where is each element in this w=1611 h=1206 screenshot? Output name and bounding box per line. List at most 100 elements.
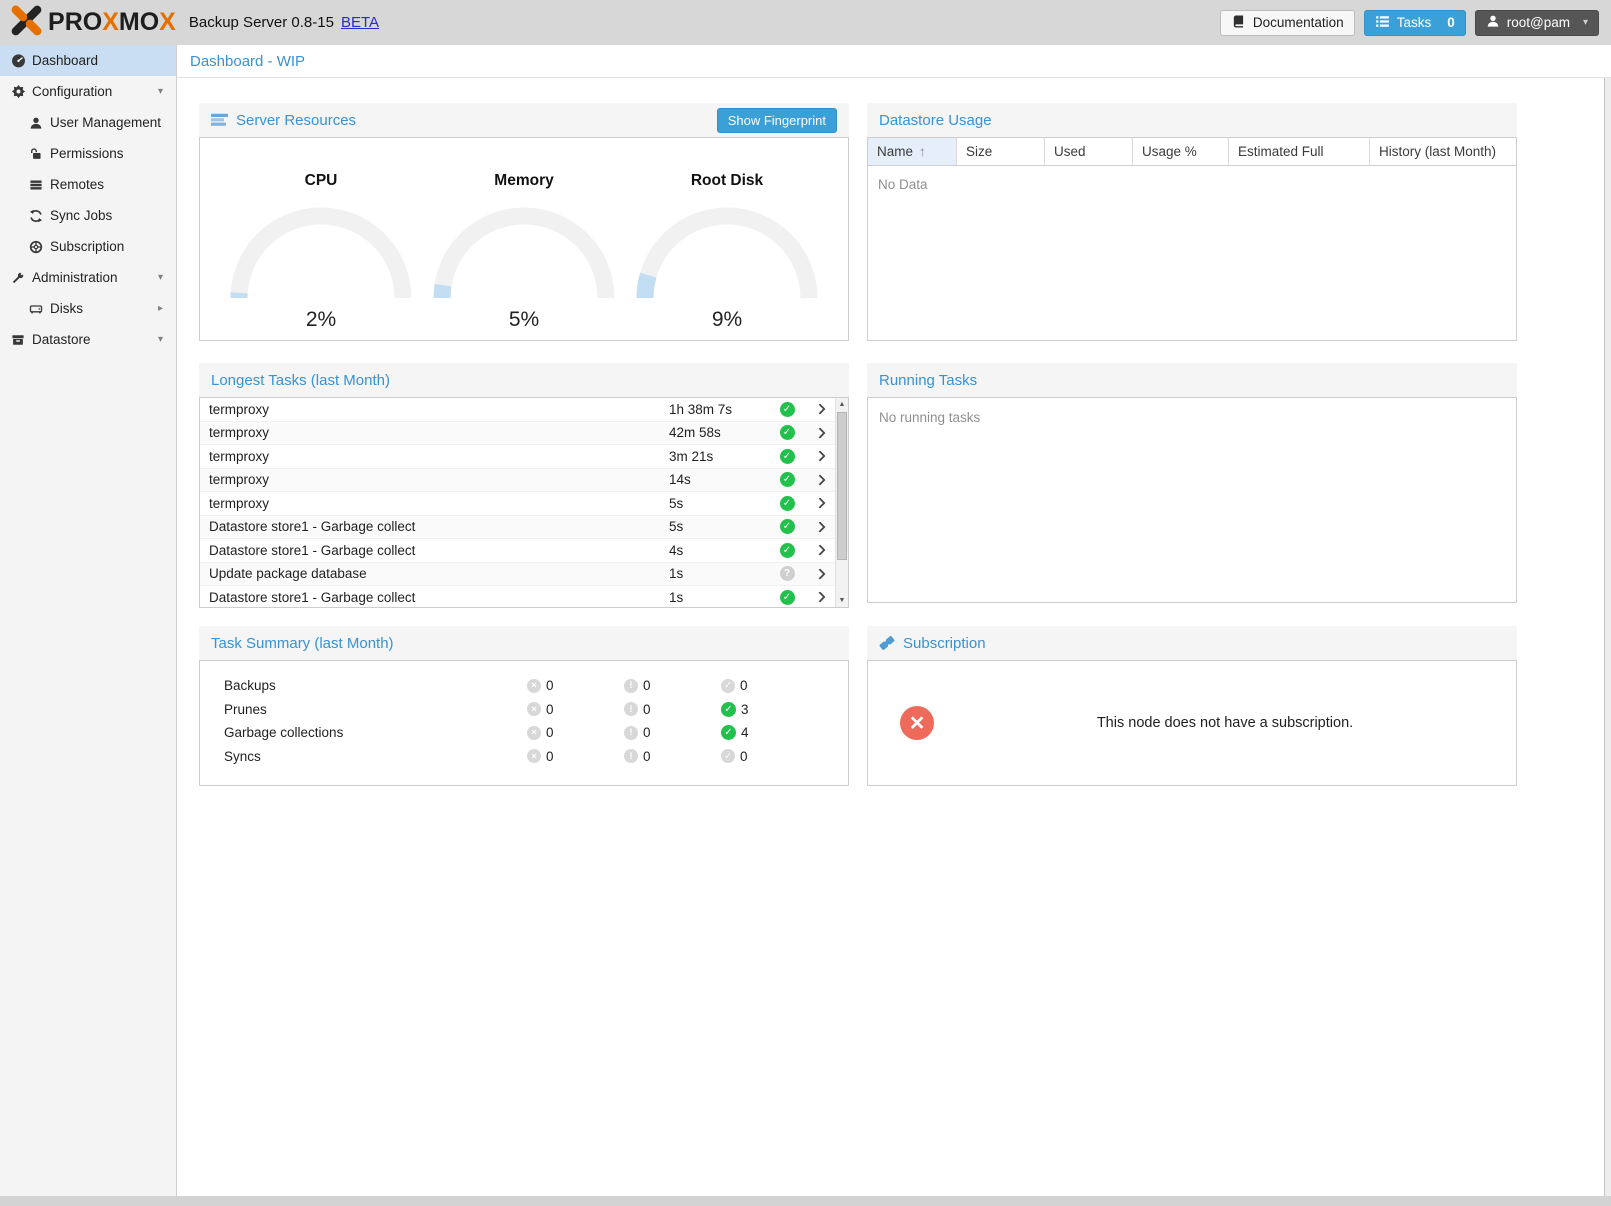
task-row[interactable]: termproxy3m 21s✓ [200,445,835,469]
column-header-label: Estimated Full [1238,144,1324,159]
task-list-icon [1375,14,1390,32]
task-open-chevron[interactable] [805,546,835,554]
gauge-cpu: CPU2% [226,156,416,340]
task-name: Datastore store1 - Garbage collect [200,519,669,534]
tasks-button[interactable]: Tasks 0 [1364,10,1466,36]
scroll-down-icon[interactable]: ▼ [836,594,848,607]
gauge-arc [429,206,619,303]
task-row[interactable]: Datastore store1 - Garbage collect4s✓ [200,539,835,563]
datastore-usage-title: Datastore Usage [879,112,992,129]
tasks-scrollbar[interactable]: ▲ ▼ [835,398,848,607]
arrow-up-icon: ↑ [919,144,926,159]
chevron-right-icon [814,568,825,579]
subscription-panel: Subscription × This node does not have a… [867,626,1517,786]
task-row[interactable]: Datastore store1 - Garbage collect1s✓ [200,586,835,608]
longest-tasks-header: Longest Tasks (last Month) [199,363,849,397]
summary-label: Prunes [200,702,527,717]
column-header-history-last-month[interactable]: History (last Month) [1370,138,1516,165]
sidebar-item-label: Configuration [32,84,112,99]
task-summary-header: Task Summary (last Month) [199,626,849,660]
dashboard-icon [10,53,26,68]
column-header-used[interactable]: Used [1045,138,1133,165]
longest-tasks-title: Longest Tasks (last Month) [211,372,390,389]
summary-warning: !0 [624,702,721,717]
error-count-icon: × [527,679,541,693]
task-duration: 4s [669,543,769,558]
ok-count-icon: ✓ [721,749,735,763]
user-icon [1486,14,1500,31]
subscription-header: Subscription [867,626,1517,660]
caret-right-icon[interactable]: ▸ [158,303,163,314]
chevron-right-icon [814,498,825,509]
datastore-usage-panel: Datastore Usage Name↑SizeUsedUsage % Esti… [867,103,1517,341]
summary-row: Backups×0!0✓0 [200,674,848,698]
running-tasks-panel: Running Tasks No running tasks [867,363,1517,603]
gauge-memory: Memory5% [429,156,619,340]
user-menu-button[interactable]: root@pam ▾ [1475,10,1599,36]
task-duration: 5s [669,496,769,511]
task-open-chevron[interactable] [805,523,835,531]
gauge-arc [632,206,822,303]
summary-warning-count: 0 [643,749,651,764]
task-duration: 1h 38m 7s [669,402,769,417]
sidebar-item-label: Dashboard [32,53,98,68]
status-ok-icon: ✓ [780,590,795,605]
summary-error: ×0 [527,678,624,693]
main-scrollbar[interactable] [1604,78,1611,1196]
sidebar-item-label: Remotes [50,177,104,192]
sidebar-item-administration[interactable]: Administration▾ [0,262,176,293]
task-summary-title: Task Summary (last Month) [211,635,394,652]
sidebar-item-label: Sync Jobs [50,208,112,223]
server-resources-title: Server Resources [236,112,356,129]
task-duration: 14s [669,472,769,487]
task-row[interactable]: termproxy5s✓ [200,492,835,516]
task-row[interactable]: Datastore store1 - Garbage collect5s✓ [200,516,835,540]
task-row[interactable]: termproxy14s✓ [200,469,835,493]
scrollbar-thumb[interactable] [837,412,847,560]
documentation-button-label: Documentation [1253,15,1344,30]
longest-tasks-body: termproxy1h 38m 7s✓termproxy42m 58s✓term… [199,397,849,608]
task-open-chevron[interactable] [805,405,835,413]
sidebar-item-configuration[interactable]: Configuration ▾ [0,76,176,107]
scroll-up-icon[interactable]: ▲ [836,398,848,411]
proxmox-brand: PROXMOX [10,4,176,42]
column-header-size[interactable]: Size [957,138,1045,165]
task-open-chevron[interactable] [805,429,835,437]
column-header-name[interactable]: Name↑ [868,138,957,165]
running-tasks-empty-text: No running tasks [868,398,1516,425]
task-row[interactable]: termproxy1h 38m 7s✓ [200,398,835,422]
sidebar-item-subscription[interactable]: Subscription [0,231,176,262]
summary-ok-count: 3 [741,702,749,717]
wrench-icon [10,271,26,285]
task-open-chevron[interactable] [805,452,835,460]
sidebar-item-sync-jobs[interactable]: Sync Jobs [0,200,176,231]
summary-ok: ✓4 [721,725,818,740]
column-header-usage[interactable]: Usage % [1133,138,1229,165]
column-header-estimated-full[interactable]: Estimated Full [1229,138,1370,165]
summary-error-count: 0 [546,725,554,740]
sidebar-item-permissions[interactable]: Permissions [0,138,176,169]
task-open-chevron[interactable] [805,499,835,507]
task-open-chevron[interactable] [805,476,835,484]
beta-link[interactable]: BETA [341,14,379,31]
caret-down-icon[interactable]: ▾ [158,86,163,97]
show-fingerprint-button[interactable]: Show Fingerprint [717,108,837,133]
task-open-chevron[interactable] [805,593,835,601]
caret-down-icon: ▾ [1583,17,1588,28]
status-ok-icon: ✓ [780,472,795,487]
sidebar-item-remotes[interactable]: Remotes [0,169,176,200]
task-open-chevron[interactable] [805,570,835,578]
caret-down-icon[interactable]: ▾ [158,272,163,283]
sidebar-item-dashboard[interactable]: Dashboard [0,45,176,76]
sidebar-item-disks[interactable]: Disks▸ [0,293,176,324]
main-area: Dashboard - WIP Server Resources Show Fi… [177,45,1611,1196]
sidebar-item-user-management[interactable]: User Management [0,107,176,138]
task-row[interactable]: Update package database1s? [200,563,835,587]
datastore-usage-table: Name↑SizeUsedUsage % Estimated Full Histor… [867,137,1517,341]
sidebar-item-datastore[interactable]: Datastore▾ [0,324,176,355]
task-row[interactable]: termproxy42m 58s✓ [200,422,835,446]
summary-ok-count: 4 [741,725,749,740]
documentation-button[interactable]: Documentation [1220,10,1355,36]
caret-down-icon[interactable]: ▾ [158,334,163,345]
page-header: Dashboard - WIP [177,45,1611,78]
